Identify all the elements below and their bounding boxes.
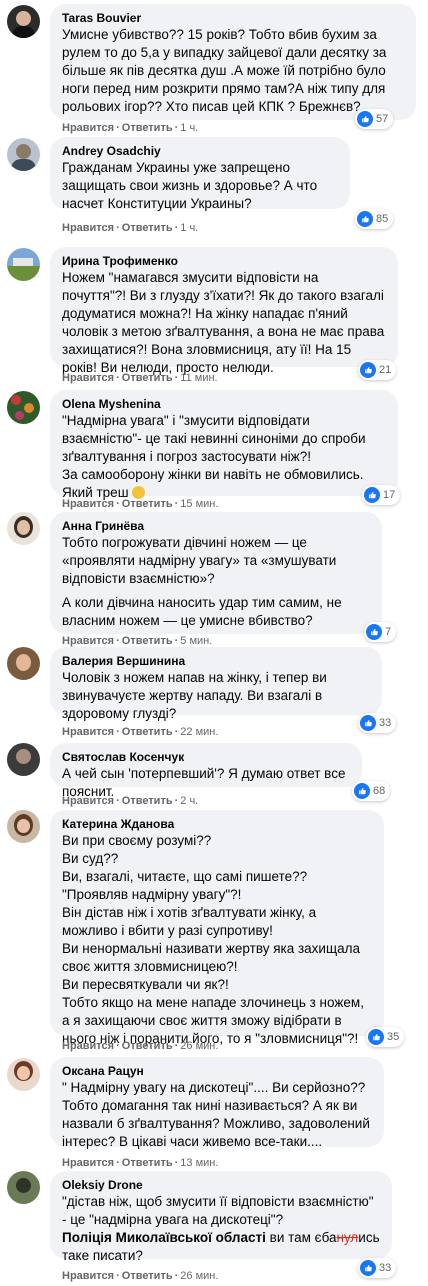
comment-actions: Нравится · Ответить · 11 мин. — [62, 372, 218, 384]
avatar[interactable] — [7, 1171, 40, 1204]
like-link[interactable]: Нравится — [62, 122, 114, 134]
comment-author[interactable]: Oleksiy Drone — [62, 1177, 380, 1193]
like-link[interactable]: Нравится — [62, 498, 114, 510]
like-thumb-icon — [354, 783, 370, 799]
like-thumb-icon — [360, 1260, 376, 1276]
comment-text: Ви при своєму розумі?? Ви суд?? Ви, взаг… — [62, 833, 364, 1046]
like-thumb-icon — [357, 111, 373, 127]
comment-author[interactable]: Taras Bouvier — [62, 10, 404, 26]
avatar[interactable] — [7, 647, 40, 680]
comment-time[interactable]: 1 ч. — [180, 122, 198, 134]
reply-link[interactable]: Ответить — [122, 635, 173, 647]
reply-link[interactable]: Ответить — [122, 1040, 173, 1052]
comment-actions: Нравится · Ответить · 26 мин. — [62, 1040, 219, 1052]
comment-bubble: Анна Гринёва Тобто погрожувати дівчині н… — [50, 512, 382, 634]
comment-time[interactable]: 22 мин. — [180, 726, 218, 738]
comment-author[interactable]: Анна Гринёва — [62, 518, 370, 534]
mention-link[interactable]: Поліція Миколаївської області — [62, 1230, 266, 1245]
like-thumb-icon — [364, 487, 380, 503]
avatar[interactable] — [7, 1058, 40, 1091]
comment-text: Тобто погрожувати дівчині ножем — це «пр… — [62, 535, 342, 628]
comment-bubble: Olena Myshenina "Надмірна увага" і "змус… — [50, 390, 398, 500]
like-link[interactable]: Нравится — [62, 795, 114, 807]
comment-author[interactable]: Andrey Osadchiy — [62, 143, 338, 159]
like-link[interactable]: Нравится — [62, 726, 114, 738]
reply-link[interactable]: Ответить — [122, 372, 173, 384]
comment-time[interactable]: 26 мин. — [180, 1040, 218, 1052]
comment-text: Гражданам Украины уже запрещено защищать… — [62, 160, 318, 211]
like-thumb-icon — [368, 1029, 384, 1045]
comment-author[interactable]: Olena Myshenina — [62, 396, 386, 412]
reaction-count[interactable]: 33 — [358, 1258, 397, 1278]
reaction-count[interactable]: 33 — [358, 713, 397, 733]
comment-time[interactable]: 11 мин. — [180, 372, 217, 384]
comment-actions: Нравится · Ответить · 26 мин. — [62, 1270, 219, 1282]
comment-actions: Нравится · Ответить · 15 мин. — [62, 498, 219, 510]
reaction-count[interactable]: 68 — [352, 781, 391, 801]
comment-time[interactable]: 26 мин. — [180, 1270, 218, 1282]
comment-time[interactable]: 13 мин. — [180, 1157, 218, 1169]
comment-time[interactable]: 1 ч. — [180, 222, 198, 234]
like-link[interactable]: Нравится — [62, 635, 114, 647]
comment-text: Ножем "намагався змусити відповісти на п… — [62, 270, 385, 375]
like-link[interactable]: Нравится — [62, 222, 114, 234]
comment-actions: Нравится · Ответить · 2 ч. — [62, 795, 199, 807]
like-thumb-icon — [360, 362, 376, 378]
reaction-count[interactable]: 21 — [358, 360, 397, 380]
comment-time[interactable]: 15 мин. — [180, 498, 218, 510]
comment-author[interactable]: Оксана Рацун — [62, 1063, 372, 1079]
reply-link[interactable]: Ответить — [122, 726, 173, 738]
comment-bubble: Andrey Osadchiy Гражданам Украины уже за… — [50, 137, 350, 211]
reply-link[interactable]: Ответить — [122, 222, 173, 234]
comment-bubble: Ирина Трофименко Ножем "намагався змусит… — [50, 247, 398, 375]
comment-bubble: Катерина Жданова Ви при своєму розумі?? … — [50, 810, 384, 1046]
comment-text: " Надмірну увагу на дискотеці".... Ви се… — [62, 1080, 370, 1149]
comment-actions: Нравится · Ответить · 13 мин. — [62, 1157, 219, 1169]
comment-bubble: Taras Bouvier Умисне убивство?? 15 років… — [50, 4, 416, 120]
comment-text: Умисне убивство?? 15 років? Тобто вбив б… — [62, 27, 387, 114]
reply-link[interactable]: Ответить — [122, 1157, 173, 1169]
comment-author[interactable]: Святослав Косенчук — [62, 749, 350, 765]
comment-bubble: Оксана Рацун " Надмірну увагу на дискоте… — [50, 1057, 384, 1149]
comment-bubble: Святослав Косенчук А чей сын 'потерпевши… — [50, 743, 362, 799]
reply-link[interactable]: Ответить — [122, 1270, 173, 1282]
comment-author[interactable]: Ирина Трофименко — [62, 253, 386, 269]
reaction-count[interactable]: 7 — [364, 622, 397, 642]
comment-bubble: Oleksiy Drone "дістав ніж, щоб змусити ї… — [50, 1171, 392, 1263]
comment-author[interactable]: Валерия Вершинина — [62, 653, 370, 669]
comment-text: "Надмірна увага" і "змусити відповідати … — [62, 413, 366, 500]
reply-link[interactable]: Ответить — [122, 498, 173, 510]
comment-actions: Нравится · Ответить · 22 мин. — [62, 726, 219, 738]
like-thumb-icon — [357, 211, 373, 227]
avatar[interactable] — [7, 5, 40, 38]
like-thumb-icon — [366, 624, 382, 640]
reaction-count[interactable]: 85 — [355, 209, 394, 229]
like-link[interactable]: Нравится — [62, 1157, 114, 1169]
like-link[interactable]: Нравится — [62, 1270, 114, 1282]
comment-actions: Нравится · Ответить · 1 ч. — [62, 122, 199, 134]
reaction-count[interactable]: 17 — [362, 485, 401, 505]
comment-text: "дістав ніж, щоб змусити її відповісти в… — [62, 1194, 380, 1263]
avatar[interactable] — [7, 391, 40, 424]
avatar[interactable] — [7, 743, 40, 776]
avatar[interactable] — [7, 138, 40, 171]
reaction-count[interactable]: 35 — [366, 1027, 405, 1047]
avatar[interactable] — [7, 248, 40, 281]
comment-bubble: Валерия Вершинина Чоловік з ножем напав … — [50, 647, 382, 721]
like-thumb-icon — [360, 715, 376, 731]
like-link[interactable]: Нравится — [62, 1040, 114, 1052]
reply-link[interactable]: Ответить — [122, 122, 173, 134]
reply-link[interactable]: Ответить — [122, 795, 173, 807]
like-link[interactable]: Нравится — [62, 372, 114, 384]
comment-time[interactable]: 5 мин. — [180, 635, 212, 647]
comment-author[interactable]: Катерина Жданова — [62, 816, 372, 832]
comment-text: Чоловік з ножем напав на жінку, і тепер … — [62, 670, 327, 721]
comment-actions: Нравится · Ответить · 1 ч. — [62, 222, 199, 234]
censored-word: нул — [336, 1230, 359, 1245]
comment-time[interactable]: 2 ч. — [180, 795, 198, 807]
reaction-count[interactable]: 57 — [355, 109, 394, 129]
comment-actions: Нравится · Ответить · 5 мин. — [62, 635, 213, 647]
avatar[interactable] — [7, 810, 40, 843]
avatar[interactable] — [7, 512, 40, 545]
